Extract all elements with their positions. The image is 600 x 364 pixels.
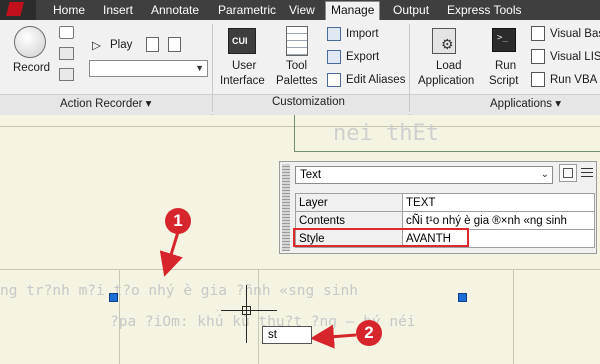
visual-basic-editor-icon[interactable] [531,26,545,41]
user-interface-label-line1[interactable]: User [232,60,256,72]
run-script-label-line1[interactable]: Run [495,60,516,72]
tab-express-tools[interactable]: Express Tools [447,3,521,17]
preference-icon[interactable] [146,37,159,52]
table-row[interactable]: Contents cÑi t¹o nhý è gia ®×nh «ng sinh [295,211,595,230]
object-type-value: Text [300,169,322,181]
play-icon[interactable]: ▷ [92,38,101,52]
insert-message-icon[interactable] [59,26,74,39]
visual-lisp-editor-icon[interactable] [531,49,545,64]
property-value[interactable]: cÑi t¹o nhý è gia ®×nh «ng sinh [402,211,595,230]
gear-icon: ⚙ [441,36,454,52]
export-label[interactable]: Export [346,51,379,63]
selected-text-line[interactable]: ng tr?nh m?i t?o nhý è gia ?ñnh «sng sin… [0,283,358,299]
object-type-dropdown[interactable]: Text ⌄ [295,166,553,184]
chevron-down-icon: ⌄ [540,169,549,180]
user-interface-icon[interactable]: CUI [228,28,256,54]
action-macro-dropdown[interactable]: ▼ [89,60,208,77]
user-interface-label-line2[interactable]: Interface [220,75,265,87]
visual-lisp-label[interactable]: Visual LIS [550,51,600,63]
tool-palettes-icon[interactable] [286,26,308,56]
run-script-label-line2[interactable]: Script [489,75,518,87]
table-row[interactable]: Layer TEXT [295,193,595,212]
text-grip-right[interactable] [458,293,467,302]
tab-annotate[interactable]: Annotate [151,3,199,17]
tab-parametric[interactable]: Parametric [218,3,276,17]
import-icon[interactable] [327,27,341,41]
dynamic-input-box[interactable]: st [262,326,312,344]
tool-palettes-label-line1[interactable]: Tool [286,60,307,72]
request-user-input-icon[interactable] [59,68,74,81]
tab-output[interactable]: Output [393,3,429,17]
export-icon[interactable] [327,50,341,64]
record-button-label[interactable]: Record [13,62,50,74]
play-button-label[interactable]: Play [110,39,132,51]
palette-grip-handle[interactable] [282,164,290,251]
application-menu-button[interactable] [0,0,36,20]
drawing-line [0,126,600,127]
cui-badge: CUI [232,36,248,46]
load-application-icon[interactable]: ⚙ [432,28,456,54]
property-value[interactable]: TEXT [402,193,595,212]
load-application-label-line1[interactable]: Load [436,60,462,72]
autocad-logo-icon [6,2,24,16]
visual-basic-label[interactable]: Visual Bas [550,28,600,40]
tab-manage[interactable]: Manage [325,1,381,20]
applications-panel-title[interactable]: Applications ▾ [490,96,561,110]
run-vba-macro-icon[interactable] [531,72,545,87]
edit-aliases-icon[interactable] [327,73,341,87]
record-icon[interactable] [14,26,46,58]
property-label: Layer [295,193,403,212]
run-vba-label[interactable]: Run VBA [550,74,597,86]
customization-panel-title: Customization [272,96,345,108]
load-application-label-line2[interactable]: Application [418,75,474,87]
manage-action-macros-icon[interactable] [168,37,181,52]
request-user-input-icon[interactable] [59,47,74,60]
import-label[interactable]: Import [346,28,379,40]
step-marker-2: 2 [356,320,382,346]
tab-insert[interactable]: Insert [103,3,133,17]
tab-view[interactable]: View [289,3,315,17]
property-label: Contents [295,211,403,230]
step-marker-1: 1 [165,208,191,234]
ribbon-panel-area: Record ▷ Play ▼ Action Recorder ▾ CUI Us… [0,20,600,115]
mtext-heading[interactable]: nei thEt [333,121,439,146]
palette-menu-icon[interactable] [581,166,593,180]
drawing-line [0,269,600,270]
style-row-highlight [293,228,469,247]
tab-home[interactable]: Home [53,3,85,17]
quick-select-icon[interactable] [559,164,577,182]
drawing-line [513,269,514,364]
script-prompt-icon: >_ [497,33,508,43]
chevron-down-icon: ▼ [195,63,204,73]
run-script-icon[interactable]: >_ [492,28,516,52]
edit-aliases-label[interactable]: Edit Aliases [346,74,405,86]
tool-palettes-label-line2[interactable]: Palettes [276,75,318,87]
crosshair-pickbox [242,306,251,315]
drawing-line [294,115,295,151]
text-grip-left[interactable] [109,293,118,302]
action-recorder-panel-title[interactable]: Action Recorder ▾ [60,96,151,110]
drawing-line [294,151,600,152]
ribbon-tab-bar: Home Insert Annotate Parametric View Man… [0,0,600,20]
